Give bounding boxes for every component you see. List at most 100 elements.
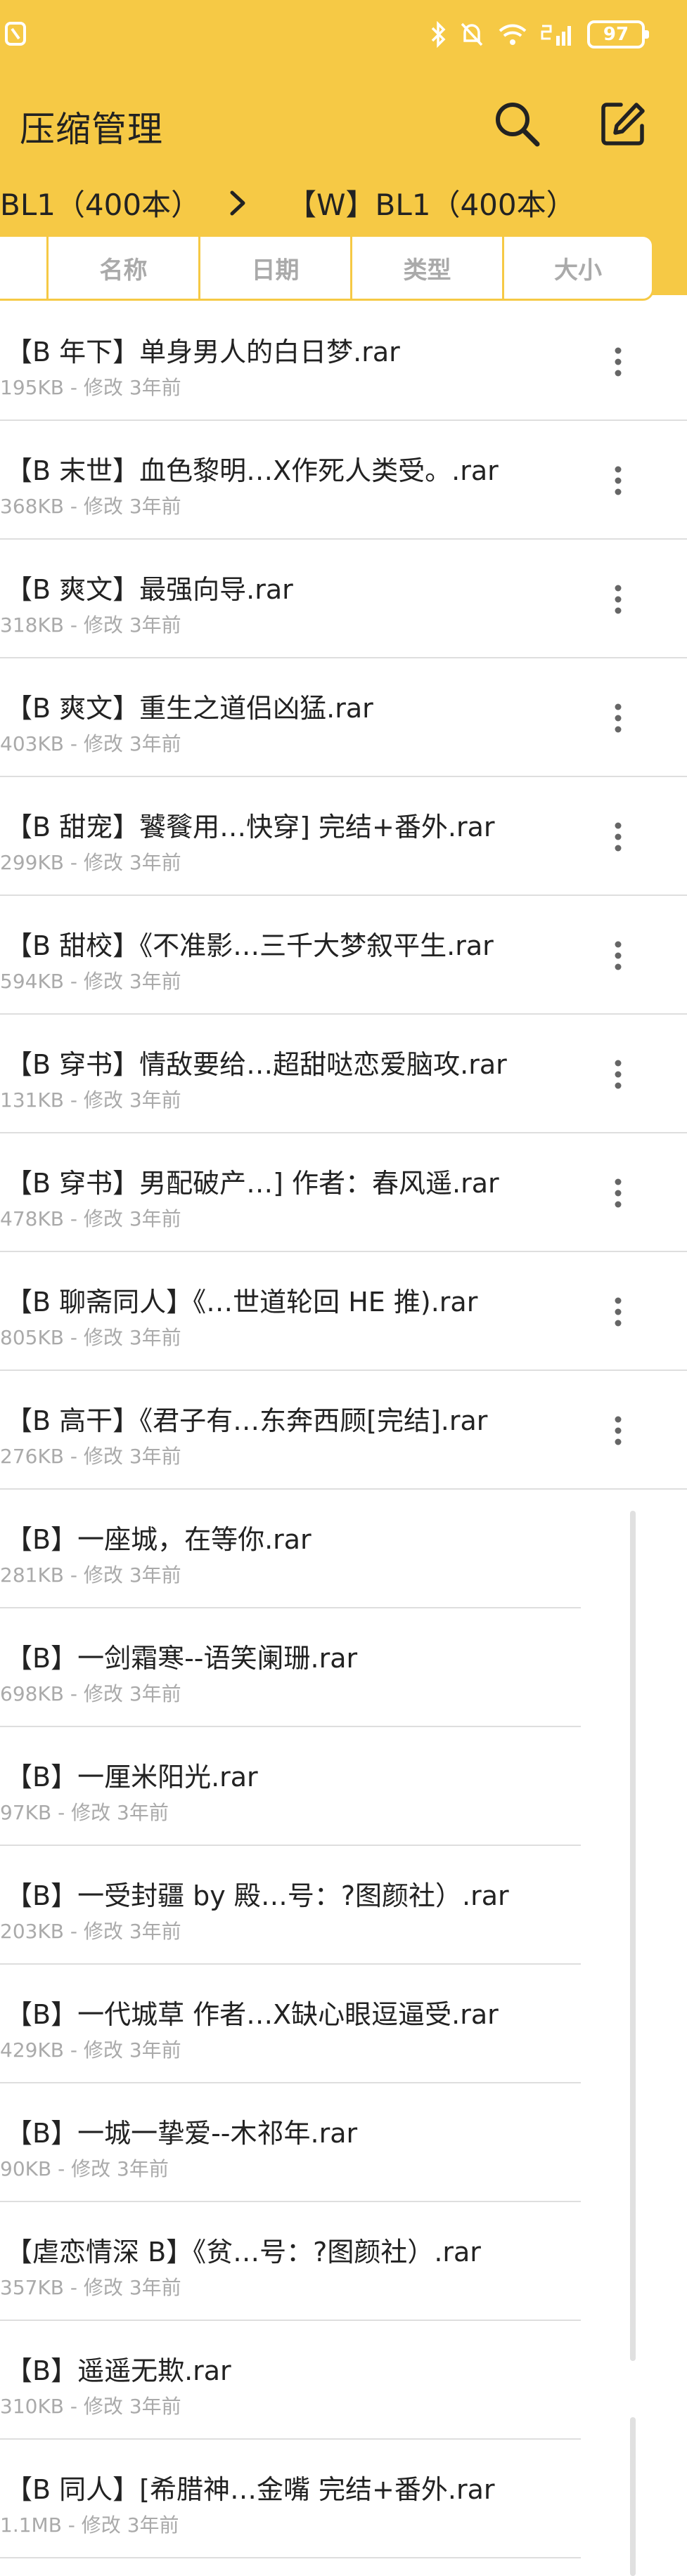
status-bar: 97 [0, 0, 687, 70]
file-meta: 203KB - 修改 3年前 [0, 1920, 181, 1943]
file-meta: 805KB - 修改 3年前 [0, 1326, 181, 1349]
sort-tab-type[interactable]: 类型 [350, 237, 502, 299]
scrollbar[interactable] [630, 1511, 636, 2361]
file-name: 【B 爽文】重生之道侣凶猛.rar [6, 693, 373, 724]
list-item[interactable]: 【B 穿书】情敌要给…超甜哒恋爱脑攻.rar 131KB - 修改 3年前 [0, 1015, 687, 1133]
more-options-button[interactable] [608, 1287, 629, 1336]
edit-icon [601, 103, 645, 145]
sort-tab-default[interactable] [0, 237, 46, 299]
file-meta: 276KB - 修改 3年前 [0, 1445, 181, 1468]
file-name: 【B 同人】[希腊神…金嘴 完结+番外.rar [6, 2474, 495, 2505]
breadcrumb-current[interactable]: 【W】BL1（400本） [287, 181, 576, 224]
more-vertical-icon [615, 466, 622, 495]
search-icon [496, 103, 540, 147]
file-meta: 368KB - 修改 3年前 [0, 495, 181, 518]
more-vertical-icon [615, 1060, 622, 1089]
list-item[interactable]: 【B】一受封疆 by 殿…号：?图颜社）.rar 203KB - 修改 3年前 [0, 1846, 687, 1965]
file-meta: 403KB - 修改 3年前 [0, 732, 181, 755]
more-vertical-icon [615, 347, 622, 377]
sort-tab-date[interactable]: 日期 [198, 237, 350, 299]
file-name: 【B 年下】单身男人的白日梦.rar [6, 337, 400, 367]
more-vertical-icon [615, 703, 622, 733]
chevron-right-icon [230, 190, 245, 216]
more-vertical-icon [615, 941, 622, 970]
list-item[interactable]: 【B】遥遥无欺.rar 310KB - 修改 3年前 [0, 2321, 687, 2440]
breadcrumb-parent[interactable]: BL1（400本） [0, 181, 200, 224]
more-vertical-icon [615, 822, 622, 852]
file-meta: 357KB - 修改 3年前 [0, 2276, 181, 2299]
file-name: 【B 末世】血色黎明…X作死人类受。.rar [6, 455, 499, 486]
file-name: 【B 聊斋同人】《…世道轮回 HE 推).rar [6, 1287, 478, 1318]
more-options-button[interactable] [608, 694, 629, 743]
more-vertical-icon [615, 1297, 622, 1327]
list-item[interactable]: 【B 爽文】最强向导.rar 318KB - 修改 3年前 [0, 540, 687, 658]
file-name: 【虐恋情深 B】《贫…号：?图颜社）.rar [6, 2237, 481, 2268]
file-meta: 195KB - 修改 3年前 [0, 376, 181, 399]
file-meta: 318KB - 修改 3年前 [0, 613, 181, 637]
status-icons: 97 [430, 17, 649, 52]
wifi-icon [499, 24, 527, 45]
more-options-button[interactable] [608, 575, 629, 624]
more-vertical-icon [615, 1416, 622, 1445]
file-name: 【B 穿书】男配破产…] 作者：春风遥.rar [6, 1168, 499, 1199]
list-item[interactable]: 【B】一代城草 作者…X缺心眼逗逼受.rar 429KB - 修改 3年前 [0, 1965, 687, 2083]
file-name: 【B 爽文】最强向导.rar [6, 574, 293, 605]
file-list: 【B 年下】单身男人的白日梦.rar 195KB - 修改 3年前 【B 末世】… [0, 302, 687, 2558]
more-options-button[interactable] [608, 1169, 629, 1218]
app-header: 97 压缩管理 BL1（400本） 【W】BL1（400本） 名称 日期 类型 [0, 0, 687, 301]
more-options-button[interactable] [608, 456, 629, 505]
list-item[interactable]: 【B 穿书】男配破产…] 作者：春风遥.rar 478KB - 修改 3年前 [0, 1133, 687, 1252]
file-name: 【B】一城一挚爱--木祁年.rar [6, 2118, 358, 2149]
file-name: 【B 穿书】情敌要给…超甜哒恋爱脑攻.rar [6, 1049, 507, 1080]
list-item[interactable]: 【B】一剑霜寒--语笑阑珊.rar 698KB - 修改 3年前 [0, 1608, 687, 1727]
file-meta: 1.1MB - 修改 3年前 [0, 2513, 179, 2537]
breadcrumb: BL1（400本） 【W】BL1（400本） [0, 174, 687, 230]
battery-indicator: 97 [587, 20, 649, 48]
list-item[interactable]: 【B】一城一挚爱--木祁年.rar 90KB - 修改 3年前 [0, 2083, 687, 2202]
nfc-icon [4, 21, 27, 46]
more-vertical-icon [615, 585, 622, 614]
list-item[interactable]: 【B 末世】血色黎明…X作死人类受。.rar 368KB - 修改 3年前 [0, 421, 687, 540]
file-meta: 478KB - 修改 3年前 [0, 1207, 181, 1230]
more-options-button[interactable] [608, 1050, 629, 1099]
list-item[interactable]: 【B 高干】《君子有…东奔西顾[完结].rar 276KB - 修改 3年前 [0, 1371, 687, 1490]
file-name: 【B】一厘米阳光.rar [6, 1762, 258, 1793]
file-meta: 281KB - 修改 3年前 [0, 1563, 181, 1587]
file-name: 【B 甜宠】饕餮用…快穿] 完结+番外.rar [6, 812, 495, 843]
sort-tabs: 名称 日期 类型 大小 [0, 235, 654, 301]
signal-icon [541, 25, 571, 46]
list-item[interactable]: 【B】一座城，在等你.rar 281KB - 修改 3年前 [0, 1490, 687, 1608]
bluetooth-icon [431, 21, 446, 48]
more-options-button[interactable] [608, 337, 629, 386]
list-item[interactable]: 【B 甜宠】饕餮用…快穿] 完结+番外.rar 299KB - 修改 3年前 [0, 777, 687, 896]
list-item[interactable]: 【B 甜校】《不准影…三千大梦叙平生.rar 594KB - 修改 3年前 [0, 896, 687, 1015]
list-item[interactable]: 【B】一厘米阳光.rar 97KB - 修改 3年前 [0, 1727, 687, 1846]
file-name: 【B】一受封疆 by 殿…号：?图颜社）.rar [6, 1880, 509, 1911]
scrollbar-track-lower[interactable] [630, 2417, 636, 2576]
more-options-button[interactable] [608, 931, 629, 980]
file-meta: 97KB - 修改 3年前 [0, 1801, 169, 1824]
more-options-button[interactable] [608, 1406, 629, 1455]
file-meta: 310KB - 修改 3年前 [0, 2395, 181, 2418]
file-meta: 698KB - 修改 3年前 [0, 1682, 181, 1705]
list-item[interactable]: 【B 爽文】重生之道侣凶猛.rar 403KB - 修改 3年前 [0, 658, 687, 777]
edit-button[interactable] [595, 96, 651, 152]
sort-tab-size[interactable]: 大小 [502, 237, 652, 299]
search-button[interactable] [489, 96, 545, 152]
file-meta: 131KB - 修改 3年前 [0, 1088, 181, 1112]
file-name: 【B】一座城，在等你.rar [6, 1524, 312, 1555]
list-item[interactable]: 【虐恋情深 B】《贫…号：?图颜社）.rar 357KB - 修改 3年前 [0, 2202, 687, 2321]
file-name: 【B 甜校】《不准影…三千大梦叙平生.rar [6, 930, 494, 961]
file-meta: 429KB - 修改 3年前 [0, 2038, 181, 2062]
list-item[interactable]: 【B 聊斋同人】《…世道轮回 HE 推).rar 805KB - 修改 3年前 [0, 1252, 687, 1371]
list-item[interactable]: 【B 同人】[希腊神…金嘴 完结+番外.rar 1.1MB - 修改 3年前 [0, 2440, 687, 2558]
list-item[interactable]: 【B 年下】单身男人的白日梦.rar 195KB - 修改 3年前 [0, 302, 687, 421]
more-vertical-icon [615, 1178, 622, 1208]
mute-bell-icon [461, 22, 483, 46]
sort-tab-name[interactable]: 名称 [46, 237, 198, 299]
page-title: 压缩管理 [20, 109, 163, 150]
more-options-button[interactable] [608, 812, 629, 861]
file-name: 【B】一剑霜寒--语笑阑珊.rar [6, 1643, 358, 1674]
title-bar: 压缩管理 [0, 77, 687, 169]
file-meta: 594KB - 修改 3年前 [0, 970, 181, 993]
